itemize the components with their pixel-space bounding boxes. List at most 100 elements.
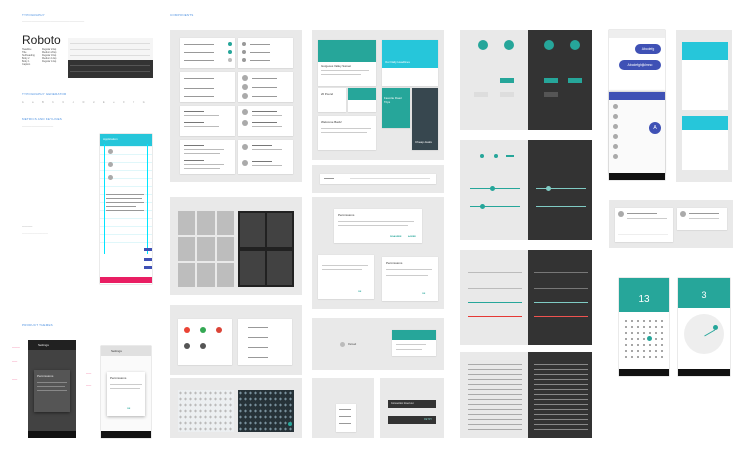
switch-toggle[interactable] bbox=[506, 155, 514, 157]
share-icon[interactable] bbox=[184, 343, 190, 349]
keyboard-enter-key[interactable] bbox=[288, 422, 292, 426]
avatar bbox=[618, 211, 624, 217]
date-picker-phone: 13 bbox=[619, 278, 669, 376]
product-themes-heading: PRODUCT THEMES bbox=[22, 323, 53, 327]
raised-button[interactable] bbox=[568, 78, 582, 83]
copy-icon[interactable] bbox=[200, 343, 206, 349]
radio-icon[interactable] bbox=[494, 154, 498, 158]
keyboard-light[interactable] bbox=[178, 390, 234, 432]
typography-heading: TYPOGRAPHY bbox=[22, 13, 45, 17]
checkbox-icon[interactable] bbox=[228, 58, 232, 62]
snackbar-action[interactable]: RETRY bbox=[424, 418, 432, 421]
cards-panel: Gorgeous Valley Sunset Our Daily Headlin… bbox=[312, 30, 444, 160]
fab-icon[interactable] bbox=[544, 40, 554, 50]
theme-light-dialog: Permissions OK bbox=[107, 372, 145, 416]
theme-annotation: —— bbox=[86, 384, 92, 387]
raised-button[interactable] bbox=[500, 92, 514, 97]
app-bar-cyan bbox=[682, 42, 728, 60]
type-generator-heading: TYPOGRAPHY GENERATOR bbox=[22, 92, 67, 96]
slider-thumb[interactable] bbox=[490, 186, 495, 191]
list-two-line-avatar-card bbox=[238, 106, 293, 136]
fab-icon[interactable] bbox=[478, 40, 488, 50]
text-field[interactable] bbox=[534, 272, 588, 273]
text-format-toolbar[interactable] bbox=[320, 174, 436, 184]
text-field-error[interactable] bbox=[468, 316, 522, 317]
snackbar-message: Connection timed out bbox=[391, 402, 414, 405]
text-field[interactable] bbox=[534, 288, 588, 289]
avatar bbox=[242, 84, 248, 90]
radio-icon[interactable] bbox=[340, 342, 345, 347]
card-title: Gorgeous Valley Sunset bbox=[321, 64, 351, 68]
metrics-app-title: Application bbox=[103, 137, 118, 141]
text-field-focused[interactable] bbox=[534, 302, 588, 303]
type-generator-row: A a B b C c D d E e F f G bbox=[22, 101, 149, 104]
raised-button[interactable] bbox=[544, 78, 558, 83]
card-title: Cheap deals bbox=[415, 140, 432, 144]
avatar bbox=[242, 120, 248, 126]
radio-icon[interactable] bbox=[242, 42, 246, 46]
fab-icon[interactable] bbox=[570, 40, 580, 50]
text-field-focused[interactable] bbox=[468, 302, 522, 303]
selected-date[interactable] bbox=[647, 336, 652, 341]
text-field-error[interactable] bbox=[534, 316, 588, 317]
dialog-ok-button[interactable]: OK bbox=[422, 293, 425, 295]
notification-card[interactable] bbox=[615, 208, 673, 242]
keyboards-panel bbox=[170, 378, 302, 438]
theme-light-dialog-title: Permissions bbox=[110, 376, 127, 380]
card-media-daily: Our Daily Headlines bbox=[382, 40, 438, 86]
components-heading: COMPONENTS bbox=[170, 13, 194, 17]
clock-hand-handle[interactable] bbox=[713, 325, 718, 330]
list-checkbox-card bbox=[180, 38, 235, 68]
clock-face[interactable] bbox=[684, 314, 724, 354]
time-picker-hour: 3 bbox=[701, 290, 707, 300]
raised-button[interactable] bbox=[500, 78, 514, 83]
dropdown-menu[interactable] bbox=[336, 404, 356, 432]
gmail-icon[interactable] bbox=[184, 327, 190, 333]
fab-letter[interactable]: A bbox=[649, 122, 661, 134]
dialog-agree-button[interactable]: AGREE bbox=[408, 236, 416, 238]
reload-label: Reload bbox=[348, 343, 357, 346]
keyboard-dark[interactable] bbox=[238, 390, 294, 432]
calendar-grid[interactable] bbox=[623, 318, 665, 362]
list-avatar-card bbox=[238, 72, 293, 102]
avatar bbox=[613, 144, 618, 149]
checkbox-icon[interactable] bbox=[228, 42, 232, 46]
card-media-valley: Gorgeous Valley Sunset bbox=[318, 40, 376, 86]
checkbox-icon[interactable] bbox=[480, 154, 484, 158]
raised-button[interactable] bbox=[474, 92, 488, 97]
hangouts-icon[interactable] bbox=[200, 327, 206, 333]
text-field[interactable] bbox=[468, 288, 522, 289]
bottom-sheet-list bbox=[238, 319, 292, 365]
type-family-sample: Roboto bbox=[22, 33, 61, 47]
avatar bbox=[613, 124, 618, 129]
dialog-disagree-button[interactable]: DISAGREE bbox=[390, 236, 401, 238]
grid-light bbox=[178, 211, 234, 287]
radio-icon[interactable] bbox=[242, 58, 246, 62]
google-plus-icon[interactable] bbox=[216, 327, 222, 333]
date-picker-day: 13 bbox=[638, 294, 650, 305]
avatar bbox=[613, 104, 618, 109]
radio-icon[interactable] bbox=[242, 50, 246, 54]
dialog-ok-button[interactable]: OK bbox=[358, 291, 361, 293]
notifications-panel bbox=[609, 200, 733, 248]
metrics-caption-2: —————————— bbox=[22, 232, 48, 235]
theme-annotation: —— bbox=[12, 378, 18, 381]
dialogs-panel: Permissions DISAGREE AGREE OK Permission… bbox=[312, 197, 444, 309]
grid-lists-panel bbox=[170, 197, 302, 295]
theme-phone-dark: Settings Permissions bbox=[28, 340, 76, 438]
card-title: 20 Pound bbox=[321, 92, 333, 96]
slider-thumb[interactable] bbox=[480, 204, 485, 209]
slider-thumb[interactable] bbox=[546, 186, 551, 191]
bottom-sheets-panel bbox=[170, 305, 302, 375]
notification-card[interactable] bbox=[677, 208, 727, 230]
metrics-caption: ———— bbox=[22, 225, 33, 228]
checkbox-icon[interactable] bbox=[228, 50, 232, 54]
fab-icon[interactable] bbox=[504, 40, 514, 50]
raised-button[interactable] bbox=[544, 92, 558, 97]
theme-dark-dialog: Permissions bbox=[34, 370, 70, 412]
type-scale-item: Caption bbox=[22, 63, 31, 66]
card-small: 20 Pound bbox=[318, 88, 346, 112]
metrics-heading: METRICS AND KEYLINES bbox=[22, 117, 63, 121]
dialog-ok-button[interactable]: OK bbox=[127, 408, 130, 410]
text-field[interactable] bbox=[468, 272, 522, 273]
